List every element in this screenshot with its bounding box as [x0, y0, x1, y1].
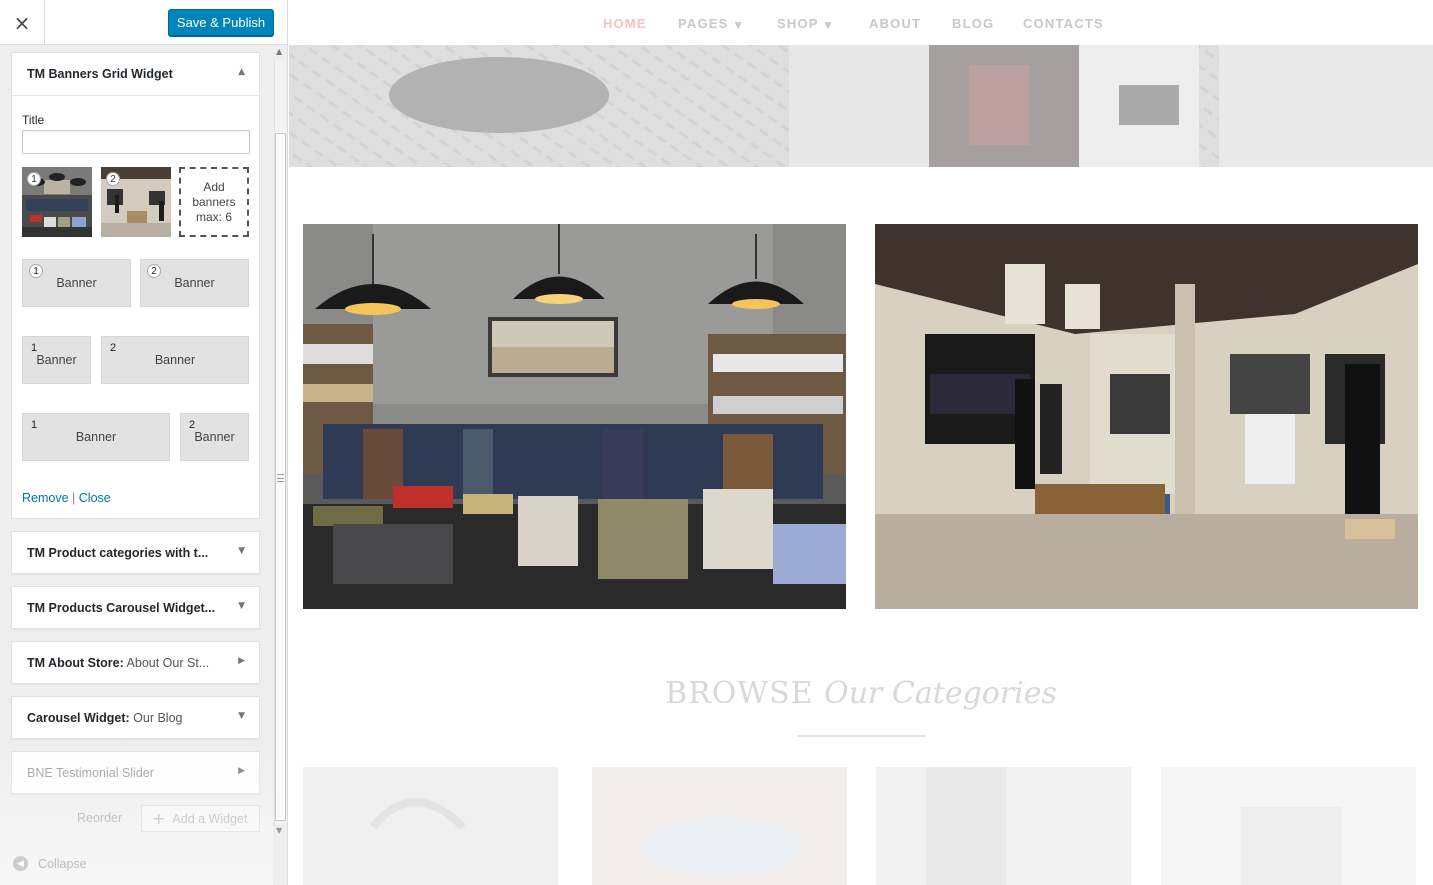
chevron-down-icon: ▼ [824, 21, 833, 31]
banner-image-1[interactable] [303, 224, 846, 609]
widget-title: TM Product categories with t... [27, 546, 209, 560]
widget-title: TM About Store: About Our St... [27, 656, 210, 670]
title-input[interactable] [22, 130, 250, 154]
clothing-store-photo-2 [875, 224, 1418, 609]
nav-home[interactable]: HOME [603, 16, 647, 31]
nav-contacts[interactable]: CONTACTS [1023, 16, 1104, 31]
nav-blog[interactable]: BLOG [952, 16, 994, 31]
scroll-down-arrow-icon[interactable]: ▼ [276, 826, 282, 835]
widget-tm-products-carousel[interactable]: TM Products Carousel Widget... ▼ [11, 586, 260, 629]
widget-tm-product-categories[interactable]: TM Product categories with t... ▼ [11, 531, 260, 574]
thumbnail-number-badge: 1 [27, 172, 41, 186]
widget-actions: Remove | Close [22, 491, 111, 505]
close-icon[interactable]: × [0, 0, 45, 45]
plus-icon: + [152, 809, 166, 828]
widget-carousel-blog[interactable]: Carousel Widget: Our Blog ▼ [11, 696, 260, 739]
main-navigation: HOME PAGES ▼ SHOP ▼ ABOUT BLOG CONTACTS [289, 0, 1433, 45]
category-photo [303, 767, 558, 885]
site-preview: HOME PAGES▼ SHOP▼ ABOUT BLOG CONTACTS [289, 0, 1433, 885]
chevron-down-icon: ▼ [734, 21, 743, 31]
remove-link[interactable]: Remove [22, 491, 69, 505]
customizer-sidebar: × Save & Publish TM Banners Grid Widget … [0, 0, 288, 885]
actions-separator: | [72, 491, 76, 505]
category-photo [876, 767, 1131, 885]
add-banners-button[interactable]: Add banners max: 6 [179, 167, 249, 237]
layout-option-1-cell-2[interactable]: 2 Banner [140, 259, 249, 307]
widget-title: BNE Testimonial Slider [27, 766, 154, 780]
cell-label: Banner [174, 276, 215, 290]
nav-pages[interactable]: PAGES ▼ [678, 16, 743, 31]
cell-label: Banner [75, 430, 117, 444]
nav-shop[interactable]: SHOP ▼ [777, 16, 833, 31]
collapse-arrow-icon: ◀ [13, 856, 28, 871]
heading-divider [798, 735, 926, 737]
heading-bold: BROWSE [665, 676, 814, 711]
scroll-grip-icon [277, 474, 284, 482]
expand-arrow-icon[interactable]: ▼ [238, 601, 245, 611]
add-banners-label: banners [192, 194, 236, 209]
hero-overlay [289, 45, 1433, 167]
scroll-up-arrow-icon[interactable]: ▲ [276, 47, 282, 56]
category-image-3[interactable] [876, 767, 1131, 885]
widget-header[interactable]: TM Banners Grid Widget ▲ [12, 53, 259, 96]
heading-italic: Our Categories [824, 676, 1057, 711]
widget-bne-testimonial-slider[interactable]: BNE Testimonial Slider ▶ [11, 751, 260, 794]
thumbnail-number-badge: 2 [106, 172, 120, 186]
expand-arrow-icon[interactable]: ▼ [238, 546, 245, 556]
cell-label: Banner [194, 430, 235, 444]
banner-thumbnail-1[interactable]: 1 [22, 167, 92, 237]
layout-option-2-cell-1[interactable]: 1 Banner [22, 336, 91, 384]
layout-option-2-cell-2[interactable]: 2 Banner [101, 336, 249, 384]
category-photo [1161, 767, 1416, 885]
widget-tm-about-store[interactable]: TM About Store: About Our St... ▶ [11, 641, 260, 684]
expand-arrow-icon[interactable]: ▶ [238, 656, 245, 666]
banner-image-2[interactable] [875, 224, 1418, 609]
widget-title: TM Banners Grid Widget [27, 67, 173, 81]
layout-option-3-cell-2[interactable]: 2 Banner [180, 413, 249, 461]
add-widget-button[interactable]: + Add a Widget [141, 805, 260, 832]
widget-title: TM Products Carousel Widget... [27, 601, 216, 615]
cell-label: Banner [56, 276, 97, 290]
layout-option-1-cell-1[interactable]: 1 Banner [22, 259, 131, 307]
collapse-arrow-icon[interactable]: ▲ [238, 67, 245, 77]
add-banners-label: Add [203, 179, 225, 194]
save-publish-button[interactable]: Save & Publish [168, 9, 274, 36]
category-image-4[interactable] [1161, 767, 1416, 885]
cell-label: Banner [36, 353, 77, 367]
reorder-link[interactable]: Reorder [77, 811, 122, 825]
category-image-1[interactable] [303, 767, 558, 885]
sidebar-scrollbar[interactable]: ▲ ▼ [273, 45, 287, 840]
close-link[interactable]: Close [79, 491, 111, 505]
scroll-thumb[interactable] [275, 133, 286, 821]
section-heading: BROWSE Our Categories [289, 676, 1433, 711]
widget-title: Carousel Widget: Our Blog [27, 711, 183, 725]
cell-label: Banner [154, 353, 196, 367]
nav-about[interactable]: ABOUT [869, 16, 921, 31]
clothing-store-photo-1 [303, 224, 846, 609]
widget-tm-banners-grid: TM Banners Grid Widget ▲ Title 1 2 Add b… [11, 52, 260, 519]
hero-banner-image [289, 45, 1433, 167]
customizer-header: × Save & Publish [0, 0, 287, 45]
title-field-label: Title [22, 113, 45, 127]
layout-option-3-cell-1[interactable]: 1 Banner [22, 413, 170, 461]
expand-arrow-icon[interactable]: ▶ [238, 766, 245, 776]
add-banners-max: max: 6 [195, 209, 232, 224]
category-photo [592, 767, 847, 885]
banner-thumbnail-2[interactable]: 2 [101, 167, 171, 237]
add-widget-label: Add a Widget [172, 811, 248, 826]
expand-arrow-icon[interactable]: ▼ [238, 711, 245, 721]
collapse-sidebar-button[interactable]: ◀ Collapse [13, 856, 87, 871]
category-image-2[interactable] [592, 767, 847, 885]
collapse-label: Collapse [38, 856, 87, 871]
